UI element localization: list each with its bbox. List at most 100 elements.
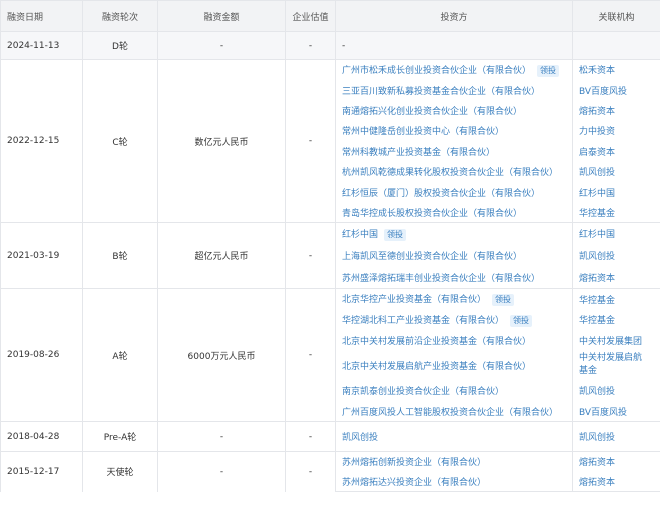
date-cell: 2018-04-28 [0,421,83,452]
round-cell: C轮 [82,58,158,223]
col-valuation: 企业估值 [285,0,336,32]
investor-cell: 北京华控产业投资基金（有限合伙） 领投 [335,288,573,310]
investor-cell: 红杉中国 领投 [335,222,573,245]
investor-link[interactable]: 红杉恒辰（厦门）股权投资合伙企业（有限合伙） [342,189,540,199]
col-round: 融资轮次 [82,0,158,32]
org-cell: BV百度风投 [572,79,660,101]
org-link[interactable]: 熔拓资本 [579,478,615,488]
investor-link[interactable]: 南京凯泰创业投资合伙企业（有限合伙） [342,387,504,397]
org-cell: 中关村发展启航基金 [572,350,660,381]
table-row: 2015-12-17 天使轮 - - 苏州熔拓创新投资企业（有限合伙） 熔拓资本 [0,451,660,492]
org-cell: 华控基金 [572,309,660,330]
investor-link[interactable]: 常州科教城产业投资基金（有限合伙） [342,148,495,158]
round-cell: D轮 [82,31,158,60]
amount-cell: - [157,31,286,60]
financing-table: 融资日期 融资轮次 融资金额 企业估值 投资方 关联机构 2024-11-13 D… [0,0,660,493]
investor-link[interactable]: 苏州熔拓达兴投资企业（有限合伙） [342,478,486,488]
valuation-cell: - [285,31,336,60]
org-cell: 凯风创投 [572,161,660,182]
col-orgs: 关联机构 [572,0,660,32]
table-header: 融资日期 融资轮次 融资金额 企业估值 投资方 关联机构 [0,0,660,32]
valuation-cell: - [285,58,336,223]
amount-cell: - [157,451,286,492]
org-link[interactable]: 凯风创投 [579,387,615,397]
investor-link[interactable]: 红杉中国 [342,230,378,240]
org-link[interactable]: 凯风创投 [579,433,615,443]
org-link[interactable]: 华控基金 [579,209,615,219]
lead-badge: 领投 [537,64,560,77]
investor-link[interactable]: 北京华控产业投资基金（有限合伙） [342,295,486,305]
investor-link[interactable]: 华控湖北科工产业投资基金（有限合伙） [342,316,504,326]
org-cell: 熔拓资本 [572,266,660,289]
investor-link[interactable]: 南通熔拓兴化创业投资合伙企业（有限合伙） [342,107,522,117]
valuation-cell: - [285,421,336,452]
investor-cell: 苏州熔拓创新投资企业（有限合伙） [335,451,573,472]
investor-cell: 北京中关村发展前沿企业投资基金（有限合伙） [335,329,573,351]
org-link[interactable]: 启泰资本 [579,148,615,158]
org-link[interactable]: 中关村发展集团 [579,337,642,347]
investor-link[interactable]: 三亚百川致新私募投资基金合伙企业（有限合伙） [342,87,540,97]
col-amount: 融资金额 [157,0,286,32]
investor-link[interactable]: 凯风创投 [342,433,378,443]
org-cell: 华控基金 [572,202,660,223]
org-link[interactable]: 熔拓资本 [579,107,615,117]
table-row: 2024-11-13 D轮 - - - [0,31,660,60]
investor-link[interactable]: 广州百度风投人工智能股权投资合伙企业（有限合伙） [342,408,558,418]
investor-link[interactable]: 苏州盛泽熔拓瑞丰创业投资合伙企业（有限合伙） [342,274,540,284]
investor-cell: 青岛华控成长股权投资合伙企业（有限合伙） [335,202,573,223]
investor-link[interactable]: 青岛华控成长股权投资合伙企业（有限合伙） [342,209,522,219]
amount-cell: 6000万元人民币 [157,288,286,422]
investor-cell: 三亚百川致新私募投资基金合伙企业（有限合伙） [335,79,573,101]
org-link[interactable]: 凯风创投 [579,252,615,262]
amount-cell: 数亿元人民币 [157,58,286,223]
org-link[interactable]: 中关村发展启航基金 [579,353,642,376]
org-link[interactable]: 熔拓资本 [579,458,615,468]
org-link[interactable]: 红杉中国 [579,230,615,240]
valuation-cell: - [285,288,336,422]
lead-badge: 领投 [492,294,515,307]
investor-cell: 常州科教城产业投资基金（有限合伙） [335,141,573,162]
investor-cell: 上海凯风至德创业投资合伙企业（有限合伙） [335,244,573,267]
date-cell: 2021-03-19 [0,222,83,289]
org-cell: 凯风创投 [572,244,660,267]
investor-link[interactable]: 北京中关村发展启航产业投资基金（有限合伙） [342,362,531,372]
round-cell: Pre-A轮 [82,421,158,452]
org-cell: 华控基金 [572,288,660,310]
org-link[interactable]: 华控基金 [579,316,615,326]
org-link[interactable]: 红杉中国 [579,189,615,199]
org-cell: 熔拓资本 [572,100,660,121]
org-cell: 启泰资本 [572,141,660,162]
org-link[interactable]: 力中投资 [579,127,615,137]
investor-link[interactable]: 常州中健隆岳创业投资中心（有限合伙） [342,127,504,137]
org-link[interactable]: 松禾资本 [579,66,615,76]
org-link[interactable]: 华控基金 [579,296,615,306]
investor-cell: 红杉恒辰（厦门）股权投资合伙企业（有限合伙） [335,181,573,203]
org-cell: 凯风创投 [572,380,660,401]
org-cell: 中关村发展集团 [572,329,660,351]
date-cell: 2022-12-15 [0,58,83,223]
round-cell: B轮 [82,222,158,289]
investor-link[interactable]: 北京中关村发展前沿企业投资基金（有限合伙） [342,337,531,347]
org-cell: BV百度风投 [572,401,660,422]
investor-cell: 苏州熔拓达兴投资企业（有限合伙） [335,471,573,493]
investor-cell: 南京凯泰创业投资合伙企业（有限合伙） [335,380,573,401]
org-link[interactable]: 熔拓资本 [579,274,615,284]
investor-cell: 常州中健隆岳创业投资中心（有限合伙） [335,120,573,142]
org-link[interactable]: 凯风创投 [579,168,615,178]
org-link[interactable]: BV百度风投 [579,408,627,418]
investor-link[interactable]: 广州市松禾成长创业投资合伙企业（有限合伙） [342,66,531,76]
org-cell: 红杉中国 [572,222,660,245]
table-row: 2021-03-19 B轮 超亿元人民币 - 红杉中国 领投 红杉中国 [0,222,660,289]
investor-cell: 华控湖北科工产业投资基金（有限合伙） 领投 [335,309,573,330]
table-body: 2024-11-13 D轮 - - -2022-12-15 C轮 数亿元人民币 - 广州市松禾成… [0,31,660,493]
col-date: 融资日期 [0,0,83,32]
amount-cell: - [157,421,286,452]
round-cell: 天使轮 [82,451,158,492]
table-row: 2019-08-26 A轮 6000万元人民币 - 北京华控产业投资基金（有限合伙） 领投… [0,288,660,422]
lead-badge: 领投 [384,228,407,241]
investor-link[interactable]: 上海凯风至德创业投资合伙企业（有限合伙） [342,252,522,262]
org-link[interactable]: BV百度风投 [579,87,627,97]
table-row: 2018-04-28 Pre-A轮 - - 凯风创投 凯风创投 [0,421,660,452]
investor-link[interactable]: 杭州凯风乾德成果转化股权投资合伙企业（有限合伙） [342,168,558,178]
investor-link[interactable]: 苏州熔拓创新投资企业（有限合伙） [342,458,486,468]
